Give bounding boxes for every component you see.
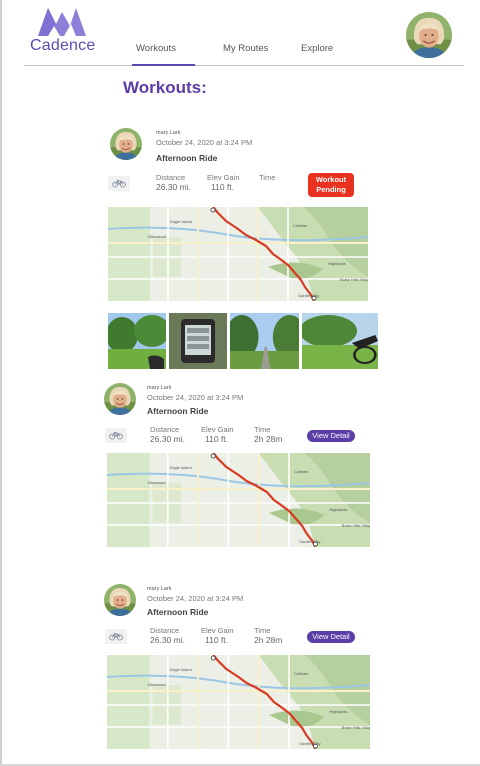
- stat-value-distance: 26.30 mi.: [150, 635, 185, 645]
- map-place-label: Highlands: [329, 709, 348, 714]
- header-divider: [24, 65, 464, 66]
- bike-icon: [105, 428, 127, 443]
- view-detail-button[interactable]: View Detail: [307, 430, 355, 442]
- nav-my-routes[interactable]: My Routes: [223, 43, 268, 54]
- workout-date: October 24, 2020 at 3:24 PM: [147, 594, 244, 603]
- stat-label-time: Time: [254, 425, 271, 434]
- route-map[interactable]: Eagle Island Glenwood Collister Highlands Bo…: [107, 453, 370, 547]
- view-detail-button[interactable]: View Detail: [307, 631, 355, 643]
- map-place-label: Collister: [294, 469, 309, 474]
- workout-user-avatar[interactable]: [110, 128, 142, 160]
- workout-title[interactable]: Afternoon Ride: [147, 607, 208, 617]
- page-title: Workouts:: [123, 78, 207, 97]
- workout-photo-trail[interactable]: [230, 313, 299, 369]
- map-place-label: Highlands: [329, 507, 348, 512]
- map-place-label: Boise Hills Village: [340, 277, 368, 282]
- nav-workouts[interactable]: Workouts: [136, 43, 176, 54]
- stat-label-time: Time: [259, 173, 276, 182]
- workout-photo-bike[interactable]: [302, 313, 378, 369]
- stat-value-time: 2h 28m: [254, 635, 283, 645]
- map-place-label: Eagle Island: [169, 465, 192, 470]
- window-left-edge: [0, 0, 2, 766]
- workout-title[interactable]: Afternoon Ride: [147, 406, 208, 416]
- workout-user-name[interactable]: mary Lark: [147, 586, 171, 592]
- workout-date: October 24, 2020 at 3:24 PM: [147, 393, 244, 402]
- workout-photo-park[interactable]: [108, 313, 166, 369]
- workout-user-name[interactable]: mary Lark: [147, 385, 171, 391]
- workout-user-avatar[interactable]: [104, 584, 136, 616]
- map-place-label: Collister: [293, 223, 308, 228]
- map-place-label: Eagle Island: [169, 667, 192, 672]
- map-place-label: Collister: [294, 671, 309, 676]
- workout-pending-button[interactable]: Workout Pending: [308, 173, 354, 197]
- stat-label-elev-gain: Elev Gain: [201, 425, 234, 434]
- map-place-label: Glenwood: [148, 234, 167, 239]
- stat-label-distance: Distance: [156, 173, 186, 182]
- workout-user-avatar[interactable]: [104, 383, 136, 415]
- workout-user-name[interactable]: mary Lark: [156, 130, 180, 136]
- stat-label-elev-gain: Elev Gain: [201, 626, 234, 635]
- stat-label-time: Time: [254, 626, 271, 635]
- stat-value-time: 2h 28m: [254, 434, 283, 444]
- stat-value-distance: 26.30 mi.: [150, 434, 185, 444]
- brand-name[interactable]: Cadence: [30, 37, 95, 55]
- stat-label-distance: Distance: [150, 425, 180, 434]
- stat-label-elev-gain: Elev Gain: [207, 173, 240, 182]
- stat-label-distance: Distance: [150, 626, 180, 635]
- map-place-label: Glenwood: [147, 480, 166, 485]
- map-place-label: Garden City: [299, 539, 321, 544]
- workout-date: October 24, 2020 at 3:24 PM: [156, 138, 253, 147]
- route-map[interactable]: Eagle Island Glenwood Collister Highlands Bo…: [108, 207, 368, 301]
- stat-value-elev-gain: 110 ft.: [211, 182, 234, 192]
- route-map[interactable]: Eagle Island Glenwood Collister Highlands Bo…: [107, 655, 370, 749]
- map-place-label: Garden City: [298, 293, 320, 298]
- map-place-label: Highlands: [328, 261, 346, 266]
- stat-value-elev-gain: 110 ft.: [205, 434, 228, 444]
- nav-explore[interactable]: Explore: [301, 43, 333, 54]
- map-place-label: Glenwood: [147, 682, 166, 687]
- map-place-label: Garden City: [299, 741, 321, 746]
- map-place-label: Boise Hills Village: [341, 523, 370, 528]
- bike-icon: [105, 629, 127, 644]
- map-place-label: Eagle Island: [170, 219, 193, 224]
- workout-title[interactable]: Afternoon Ride: [156, 153, 217, 163]
- stat-value-elev-gain: 110 ft.: [205, 635, 228, 645]
- bike-icon: [108, 176, 130, 191]
- stat-value-distance: 26.30 mi.: [156, 182, 191, 192]
- map-place-label: Boise Hills Village: [341, 725, 370, 730]
- profile-avatar[interactable]: [406, 12, 452, 58]
- nav-active-indicator: [132, 64, 195, 66]
- workout-photo-gps[interactable]: [169, 313, 227, 369]
